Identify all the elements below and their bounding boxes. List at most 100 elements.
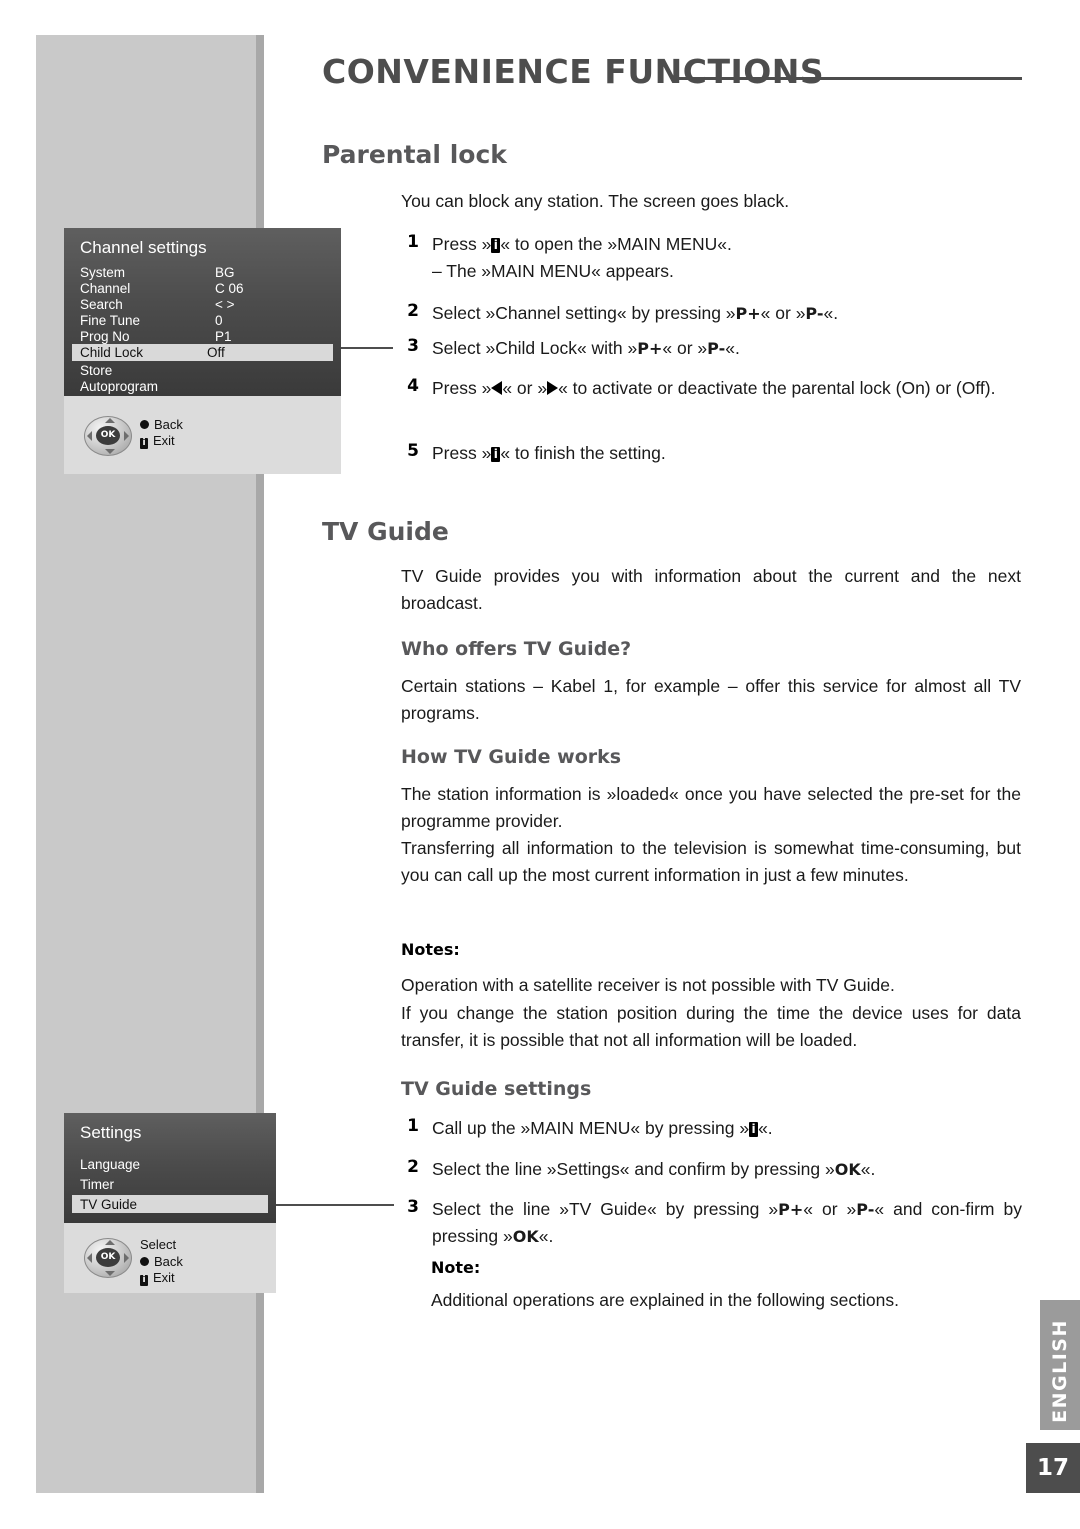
arrow-up-icon: [105, 418, 115, 423]
osd-row-value: < >: [215, 297, 235, 312]
osd-row-label: Prog No: [80, 329, 130, 344]
who-offers-text: Certain stations – Kabel 1, for example …: [401, 676, 1021, 723]
ok-button[interactable]: OK: [96, 1248, 120, 1267]
osd-row-channel[interactable]: Channel C 06: [80, 281, 244, 296]
osd-row-value: C 06: [215, 281, 244, 296]
tvguide-intro: TV Guide provides you with information a…: [401, 566, 1021, 613]
osd-row-prog-no[interactable]: Prog No P1: [80, 329, 232, 344]
legend-exit: i Exit: [140, 433, 175, 449]
callout-connector: [341, 347, 393, 349]
step-text: Press » « or » « to activate or deactivate…: [432, 378, 996, 398]
info-icon: i: [749, 1122, 759, 1137]
osd-channel-settings: Channel settings System BG Channel C 06 …: [64, 228, 341, 474]
osd-row-label: Search: [80, 297, 123, 312]
callout-connector: [276, 1204, 394, 1206]
osd-row-label: System: [80, 265, 126, 280]
how-works-text-2: Transferring all information to the tele…: [401, 838, 1021, 885]
arrow-left-icon: [491, 381, 503, 395]
step-text: Press » i « to finish the setting.: [432, 443, 666, 463]
osd-row-value: 0: [215, 313, 223, 328]
osd-row-autoprogram[interactable]: Autoprogram: [80, 379, 158, 394]
osd-row-child-lock[interactable]: Child Lock Off: [72, 344, 333, 361]
legend-label: Exit: [153, 433, 175, 448]
arrow-up-icon: [105, 1240, 115, 1245]
info-icon: i: [140, 1275, 148, 1286]
step-number: 1: [407, 232, 419, 252]
note-3: Additional operations are explained in t…: [431, 1290, 899, 1310]
legend-label: Exit: [153, 1270, 175, 1285]
heading-parental-lock: Parental lock: [322, 140, 507, 169]
osd-row-label: Fine Tune: [80, 313, 141, 328]
step-number: 4: [407, 376, 419, 396]
note-2: If you change the station position durin…: [401, 1003, 1021, 1050]
arrow-right-icon: [547, 381, 559, 395]
osd-row-label: Child Lock: [80, 345, 144, 360]
navigation-pad-icon[interactable]: OK: [84, 416, 132, 456]
osd-row-label: Timer: [80, 1177, 114, 1192]
step-text: Select »Channel setting« by pressing »P+…: [432, 303, 839, 323]
arrow-left-icon: [87, 1253, 92, 1263]
osd-row-value: Off: [207, 345, 225, 360]
parental-intro: You can block any station. The screen go…: [401, 191, 790, 211]
legend-select: Select: [140, 1237, 176, 1252]
osd-row-store[interactable]: Store: [80, 363, 112, 378]
step-number: 2: [407, 1157, 419, 1177]
osd-row-value: P1: [215, 329, 232, 344]
step-number: 2: [407, 301, 419, 321]
legend-back: Back: [140, 417, 183, 432]
step-text: Select the line »TV Guide« by pressing »…: [432, 1199, 1022, 1246]
osd-row-label: Autoprogram: [80, 379, 159, 394]
osd-row-label: TV Guide: [80, 1197, 138, 1212]
step-text: Select »Child Lock« with »P+« or »P-«.: [432, 338, 740, 358]
note-1: Operation with a satellite receiver is n…: [401, 975, 895, 995]
header-rule: [672, 77, 1022, 80]
how-works-text-1: The station information is »loaded« once…: [401, 784, 1021, 831]
step-subtext: – The »MAIN MENU« appears.: [432, 261, 674, 281]
osd-row-label: Language: [80, 1157, 141, 1172]
arrow-down-icon: [105, 449, 115, 454]
osd-settings-title: Settings: [80, 1123, 142, 1142]
heading-note: Note:: [431, 1258, 481, 1277]
osd-row-value: BG: [215, 265, 235, 280]
page-number: 17: [1026, 1443, 1080, 1493]
info-icon: i: [491, 238, 501, 253]
heading-tv-guide: TV Guide: [322, 517, 449, 546]
arrow-left-icon: [87, 431, 92, 441]
page: CONVENIENCE FUNCTIONS Parental lock You …: [0, 0, 1080, 1529]
heading-notes: Notes:: [401, 940, 460, 959]
osd-settings: Settings Language Timer TV Guide OK Sele…: [64, 1113, 276, 1293]
osd-row-search[interactable]: Search < >: [80, 297, 235, 312]
osd-row-system[interactable]: System BG: [80, 265, 235, 280]
language-tab: ENGLISH: [1040, 1300, 1080, 1430]
legend-label: Back: [154, 417, 183, 432]
legend-label: Select: [140, 1237, 177, 1252]
osd-row-timer[interactable]: Timer: [80, 1177, 114, 1192]
ok-button[interactable]: OK: [96, 426, 120, 445]
dot-icon: [140, 1257, 149, 1266]
step-number: 5: [407, 441, 419, 461]
page-header: CONVENIENCE FUNCTIONS: [322, 52, 1022, 91]
heading-how-works: How TV Guide works: [401, 746, 622, 768]
step-number: 1: [407, 1116, 419, 1136]
legend-exit: i Exit: [140, 1270, 175, 1286]
osd-row-tv-guide[interactable]: TV Guide: [72, 1195, 268, 1213]
info-icon: i: [140, 438, 148, 449]
arrow-down-icon: [105, 1271, 115, 1276]
step-text: Call up the »MAIN MENU« by pressing » i «.: [432, 1118, 773, 1138]
arrow-right-icon: [124, 1253, 129, 1263]
osd-row-language[interactable]: Language: [80, 1157, 140, 1172]
osd-row-label: Store: [80, 363, 113, 378]
navigation-pad-icon[interactable]: OK: [84, 1238, 132, 1278]
osd-channel-settings-title: Channel settings: [80, 238, 207, 257]
step-text: Select the line »Settings« and confirm b…: [432, 1159, 876, 1179]
osd-row-fine-tune[interactable]: Fine Tune 0: [80, 313, 223, 328]
heading-tvguide-settings: TV Guide settings: [401, 1078, 592, 1100]
osd-row-label: Channel: [80, 281, 131, 296]
page-title: CONVENIENCE FUNCTIONS: [322, 52, 825, 91]
step-number: 3: [407, 1197, 419, 1217]
arrow-right-icon: [124, 431, 129, 441]
legend-back: Back: [140, 1254, 183, 1269]
step-number: 3: [407, 336, 419, 356]
step-text: Press » i « to open the »MAIN MENU«.: [432, 234, 732, 254]
dot-icon: [140, 420, 149, 429]
